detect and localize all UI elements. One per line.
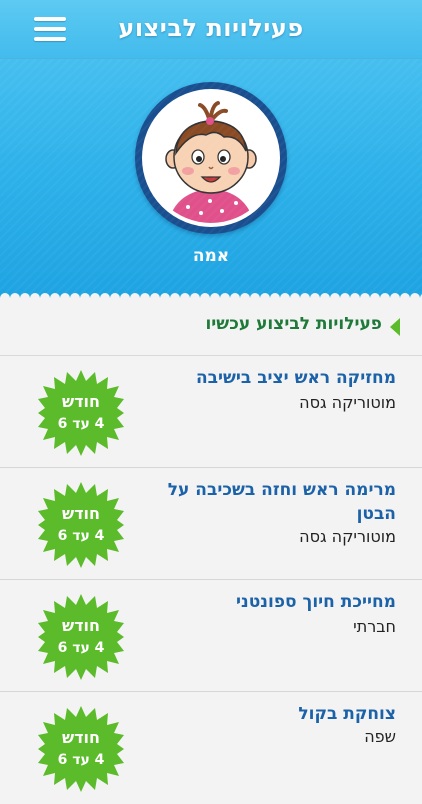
section-title: פעילויות לביצוע עכשיו <box>205 314 382 334</box>
profile-header: פעילויות לביצוע אמה <box>0 0 422 300</box>
page-title: פעילויות לביצוע <box>118 14 304 42</box>
badge-unit: חודש <box>61 504 101 523</box>
activity-category: שפה <box>364 727 396 746</box>
triangle-left-icon <box>390 318 400 336</box>
avatar[interactable] <box>135 82 287 234</box>
activities-panel: פעילויות לביצוע עכשיו חודש 4 עד 6 מחזיקה… <box>0 298 422 792</box>
navbar: פעילויות לביצוע <box>0 0 422 59</box>
activity-row[interactable]: חודש 4 עד 6 צוחקת בקול שפה <box>0 692 422 804</box>
activity-title: מחייכת חיוך ספונטני <box>236 592 396 612</box>
activity-row[interactable]: חודש 4 עד 6 מחייכת חיוך ספונטני חברתי <box>0 580 422 692</box>
age-badge: חודש 4 עד 6 <box>38 370 124 456</box>
activity-title: צוחקת בקול <box>298 704 396 724</box>
badge-range: 4 עד 6 <box>57 752 105 768</box>
badge-unit: חודש <box>61 728 101 747</box>
starburst-badge-icon <box>38 594 124 680</box>
badge-range: 4 עד 6 <box>57 528 105 544</box>
activity-category: מוטוריקה גסה <box>299 393 396 412</box>
age-badge: חודש 4 עד 6 <box>38 482 124 568</box>
scalloped-divider <box>0 286 422 302</box>
activity-row[interactable]: חודש 4 עד 6 מרימה ראש וחזה בשכיבה על הבט… <box>0 468 422 580</box>
activity-title: מחזיקה ראש יציב בישיבה <box>195 368 396 388</box>
age-badge: חודש 4 עד 6 <box>38 706 124 792</box>
badge-unit: חודש <box>61 616 101 635</box>
child-avatar-icon <box>142 89 280 227</box>
badge-range: 4 עד 6 <box>57 416 105 432</box>
activity-row[interactable]: חודש 4 עד 6 מחזיקה ראש יציב בישיבה מוטור… <box>0 356 422 468</box>
badge-range: 4 עד 6 <box>57 640 105 656</box>
starburst-badge-icon <box>38 706 124 792</box>
starburst-badge-icon <box>38 370 124 456</box>
activity-category: מוטוריקה גסה <box>299 527 396 546</box>
activity-category: חברתי <box>353 617 396 636</box>
child-name: אמה <box>192 246 230 266</box>
section-header[interactable]: פעילויות לביצוע עכשיו <box>0 298 422 356</box>
badge-unit: חודש <box>61 392 101 411</box>
age-badge: חודש 4 עד 6 <box>38 594 124 680</box>
starburst-badge-icon <box>38 482 124 568</box>
activity-title: מרימה ראש וחזה בשכיבה על הבטן <box>167 480 396 524</box>
